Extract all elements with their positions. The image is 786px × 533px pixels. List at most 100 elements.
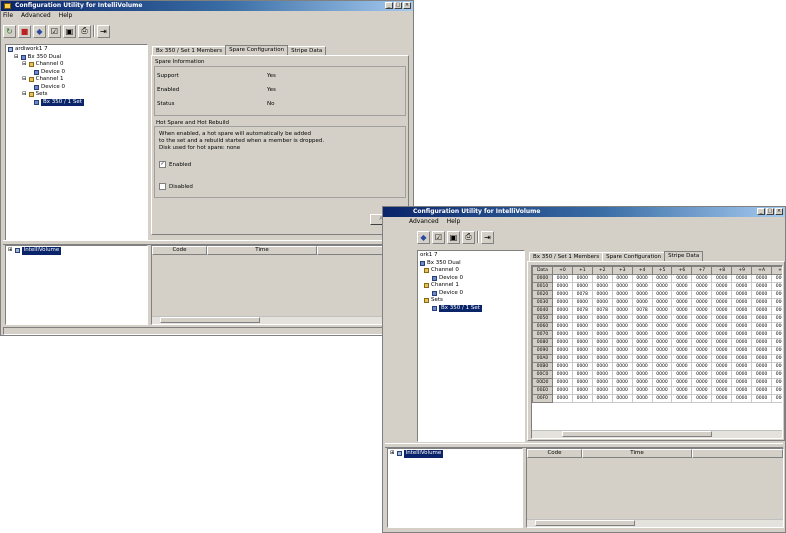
refresh-icon[interactable]: ↻ [3,24,16,38]
grid-cell[interactable]: 0000 [671,306,693,315]
grid-cell[interactable]: 0000 [751,330,773,339]
grid-cell[interactable]: 0000 [631,362,653,371]
grid-cell[interactable]: 0000 [751,354,773,363]
grid-cell[interactable]: 0000 [691,354,713,363]
menu-advanced[interactable]: Advanced [21,12,51,21]
grid-cell[interactable]: 0000 [671,274,693,283]
grid-cell[interactable]: 0000 [671,330,693,339]
grid-cell[interactable]: 0000 [551,298,573,307]
minimize-button[interactable]: _ [385,2,393,9]
grid-cell[interactable]: 0000 [551,370,573,379]
grid-cell[interactable]: 0000 [771,370,782,379]
grid-cell[interactable]: 0000 [691,322,713,331]
grid-cell[interactable]: 0000 [611,370,633,379]
grid-cell[interactable]: 0000 [731,354,753,363]
title-bar[interactable]: Configuration Utility for IntelliVolume … [383,207,785,217]
grid-cell[interactable]: 0000 [631,370,653,379]
grid-cell[interactable]: 0000 [551,378,573,387]
grid-cell[interactable]: 0078 [631,306,653,315]
grid-cell[interactable]: 0000 [611,298,633,307]
menu-help[interactable]: Help [447,218,461,227]
grid-cell[interactable]: 0000 [551,330,573,339]
grid-cell[interactable]: 0000 [691,338,713,347]
maximize-button[interactable]: □ [394,2,402,9]
grid-cell[interactable]: 0000 [611,338,633,347]
grid-cell[interactable]: 0000 [551,362,573,371]
grid-cell[interactable]: 0000 [671,370,693,379]
tree-item-controller[interactable]: Bx 350 Dual [420,260,522,268]
grid-cell[interactable]: 0000 [571,370,593,379]
scroll-thumb[interactable] [562,431,712,437]
grid-column-header[interactable]: +3 [611,266,633,275]
grid-cell[interactable]: 0000 [731,314,753,323]
grid-column-header[interactable]: Data [532,266,553,275]
grid-cell[interactable]: 0000 [611,386,633,395]
grid-cell[interactable]: 0000 [751,290,773,299]
stop-icon[interactable]: ■ [18,24,31,38]
grid-cell[interactable]: 0000 [771,394,782,403]
grid-cell[interactable]: 0000 [711,386,733,395]
grid-cell[interactable]: 0000 [771,290,782,299]
log-tree[interactable]: ⊞ IntelliVolume [5,245,148,325]
grid-cell[interactable]: 0000 [571,330,593,339]
grid-cell[interactable]: 0000 [571,362,593,371]
grid-cell[interactable]: 0000 [751,370,773,379]
grid-cell[interactable]: 0000 [631,346,653,355]
grid-cell[interactable]: 0000 [631,330,653,339]
grid-cell[interactable]: 0000 [631,274,653,283]
grid-cell[interactable]: 0000 [631,386,653,395]
tree-item-intellivolume[interactable]: ⊞ IntelliVolume [8,247,145,255]
grid-cell[interactable]: 0000 [751,362,773,371]
grid-cell[interactable]: 0000 [551,322,573,331]
disabled-option[interactable]: Disabled [159,183,193,190]
enabled-checkbox[interactable]: ✓ [159,161,166,168]
tab-spare-configuration[interactable]: Spare Configuration [225,45,289,55]
grid-cell[interactable]: 0000 [611,394,633,403]
grid-cell[interactable]: 0000 [551,306,573,315]
grid-cell[interactable]: 0000 [611,354,633,363]
grid-cell[interactable]: 0000 [611,322,633,331]
grid-cell[interactable]: 0000 [571,338,593,347]
tree-item-device[interactable]: Device 0 [420,290,522,298]
exit-icon[interactable]: ⇥ [97,24,110,38]
grid-column-header[interactable]: +7 [691,266,713,275]
grid-cell[interactable]: 0000 [651,370,673,379]
grid-cell[interactable]: 0000 [711,346,733,355]
grid-column-header[interactable]: +5 [651,266,673,275]
tree-item-sets[interactable]: ⊟ Sets [8,91,145,99]
grid-cell[interactable]: 0000 [731,330,753,339]
grid-cell[interactable]: 0000 [631,338,653,347]
grid-cell[interactable]: 0000 [691,298,713,307]
grid-cell[interactable]: 0000 [691,282,713,291]
grid-column-header[interactable]: +A [751,266,773,275]
grid-cell[interactable]: 0000 [651,298,673,307]
grid-cell[interactable]: 0000 [731,362,753,371]
grid-cell[interactable]: 0000 [711,378,733,387]
grid-cell[interactable]: 0000 [771,274,782,283]
grid-cell[interactable]: 0000 [611,362,633,371]
disabled-checkbox[interactable] [159,183,166,190]
grid-cell[interactable]: 0000 [691,370,713,379]
grid-cell[interactable]: 0000 [651,394,673,403]
grid-cell[interactable]: 0000 [591,330,613,339]
grid-cell[interactable]: 0000 [751,274,773,283]
check-icon[interactable]: ☑ [48,24,61,38]
save-icon[interactable]: ▣ [63,24,76,38]
log-tree[interactable]: ⊞ IntelliVolume [387,448,523,528]
grid-cell[interactable]: 0000 [571,386,593,395]
grid-cell[interactable]: 0000 [671,378,693,387]
grid-cell[interactable]: 0000 [731,378,753,387]
grid-cell[interactable]: 0000 [691,386,713,395]
grid-cell[interactable]: 0000 [711,290,733,299]
tree-item-sets[interactable]: Sets [420,297,522,305]
tree-item-channel-1[interactable]: Channel 1 [420,282,522,290]
grid-cell[interactable]: 0000 [591,282,613,291]
grid-cell[interactable]: 0000 [651,378,673,387]
grid-cell[interactable]: 0000 [651,290,673,299]
grid-cell[interactable]: 0000 [651,338,673,347]
maximize-button[interactable]: □ [766,208,774,215]
grid-cell[interactable]: 0000 [651,274,673,283]
tree-item-controller[interactable]: ⊟ Bx 350 Dual [8,54,145,62]
tree-item-channel-1[interactable]: ⊟ Channel 1 [8,76,145,84]
grid-cell[interactable]: 0000 [631,298,653,307]
